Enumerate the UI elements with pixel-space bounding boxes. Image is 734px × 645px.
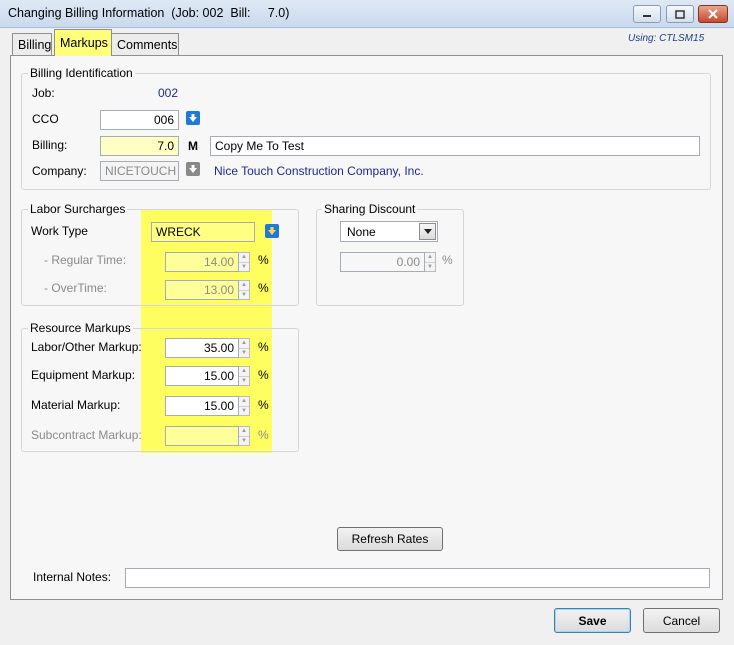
equipment-markup-percent: % [258,368,269,382]
refresh-rates-button[interactable]: Refresh Rates [337,527,443,551]
spinner-down-icon[interactable]: ▼ [239,347,249,358]
spinner-up-icon[interactable]: ▲ [239,397,249,406]
job-value: 002 [158,86,179,100]
billing-description-input[interactable]: Copy Me To Test [210,136,700,156]
work-type-input[interactable]: WRECK [151,222,255,242]
company-label: Company: [32,164,87,178]
equipment-markup-spinner[interactable]: ▲ ▼ [239,366,250,386]
maximize-button[interactable] [666,5,694,23]
spinner-up-icon[interactable]: ▲ [239,367,249,376]
company-lookup-button[interactable] [186,162,200,176]
billing-identification-legend: Billing Identification [28,66,135,80]
work-type-label: Work Type [31,224,88,238]
material-markup-spinner[interactable]: ▲ ▼ [239,396,250,416]
equipment-markup-label: Equipment Markup: [31,368,136,382]
subcontract-markup-spinner[interactable]: ▲ ▼ [239,426,250,446]
labor-markup-percent: % [258,340,269,354]
using-label: Using: CTLSM15 [628,33,705,44]
tab-billing[interactable]: Billing [12,33,52,55]
billing-flag: M [188,139,198,153]
lookup-arrow-icon [189,165,197,173]
close-button[interactable] [698,5,728,23]
overtime-percent: % [258,281,269,295]
spinner-down-icon[interactable]: ▼ [239,375,249,386]
sharing-discount-spinner[interactable]: ▲ ▼ [425,252,436,272]
minimize-icon [643,15,651,17]
lookup-arrow-icon [268,227,276,235]
tab-markups[interactable]: Markups [54,29,112,56]
dropdown-arrow-icon [423,229,432,234]
labor-surcharges-legend: Labor Surcharges [28,202,128,216]
tab-comments[interactable]: Comments [111,33,179,55]
work-type-lookup-button[interactable] [265,224,279,238]
sharing-discount-value: None [347,225,376,239]
subcontract-markup-input[interactable] [165,426,239,446]
overtime-input[interactable]: 13.00 [165,280,239,300]
overtime-label: - OverTime: [44,281,107,295]
sharing-discount-percent: % [442,253,453,267]
equipment-markup-input[interactable]: 15.00 [165,366,239,386]
spinner-up-icon[interactable]: ▲ [425,253,435,262]
labor-markup-spinner[interactable]: ▲ ▼ [239,338,250,358]
spinner-up-icon[interactable]: ▲ [239,339,249,348]
internal-notes-label: Internal Notes: [33,570,112,584]
spinner-down-icon[interactable]: ▼ [239,289,249,300]
job-label: Job: [32,86,55,100]
material-markup-label: Material Markup: [31,398,121,412]
spinner-down-icon[interactable]: ▼ [239,261,249,272]
company-code-input[interactable]: NICETOUCH [100,161,179,181]
maximize-icon [675,9,685,19]
billing-label: Billing: [32,138,68,152]
spinner-up-icon[interactable]: ▲ [239,253,249,262]
lookup-arrow-icon [189,114,197,122]
billing-input[interactable]: 7.0 [100,136,179,156]
cco-input[interactable]: 006 [100,110,179,130]
regular-time-percent: % [258,253,269,267]
cco-label: CCO [32,112,59,126]
spinner-down-icon[interactable]: ▼ [425,261,435,272]
overtime-spinner[interactable]: ▲ ▼ [239,280,250,300]
resource-markups-legend: Resource Markups [28,321,133,335]
subcontract-markup-label: Subcontract Markup: [31,428,142,442]
material-markup-input[interactable]: 15.00 [165,396,239,416]
cco-lookup-button[interactable] [186,111,200,125]
spinner-down-icon[interactable]: ▼ [239,405,249,416]
save-button[interactable]: Save [554,608,631,633]
company-name: Nice Touch Construction Company, Inc. [214,164,424,178]
labor-markup-input[interactable]: 35.00 [165,338,239,358]
sharing-discount-dropdown-button[interactable] [419,223,436,240]
cancel-button[interactable]: Cancel [643,608,720,633]
internal-notes-input[interactable] [125,568,710,588]
regular-time-label: - Regular Time: [44,253,127,267]
close-icon [708,9,718,19]
window-title: Changing Billing Information (Job: 002 B… [8,6,290,20]
spinner-up-icon[interactable]: ▲ [239,281,249,290]
labor-markup-label: Labor/Other Markup: [31,340,142,354]
sharing-discount-percent-input[interactable]: 0.00 [340,252,425,272]
subcontract-markup-percent: % [258,428,269,442]
minimize-button[interactable] [633,5,661,23]
sharing-discount-legend: Sharing Discount [322,202,418,216]
material-markup-percent: % [258,398,269,412]
spinner-down-icon[interactable]: ▼ [239,435,249,446]
spinner-up-icon[interactable]: ▲ [239,427,249,436]
regular-time-spinner[interactable]: ▲ ▼ [239,252,250,272]
regular-time-input[interactable]: 14.00 [165,252,239,272]
